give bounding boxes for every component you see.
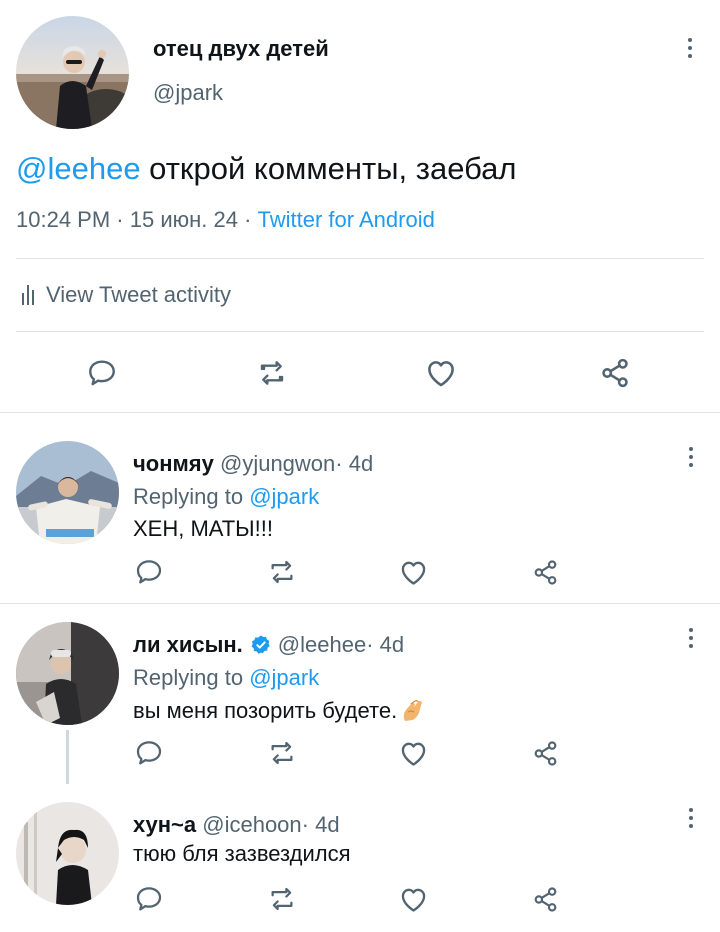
- divider: [16, 331, 704, 332]
- thread-line: [66, 730, 69, 784]
- reply-age: · 4d: [366, 632, 405, 657]
- retweet-icon[interactable]: [264, 884, 300, 914]
- retweet-icon[interactable]: [264, 738, 300, 768]
- reply-icon[interactable]: [132, 557, 166, 587]
- author-name[interactable]: отец двух детей: [153, 36, 329, 62]
- tweet-meta: 10:24 PM · 15 июн. 24 · Twitter for Andr…: [16, 207, 435, 233]
- replying-to-prefix: Replying to: [133, 665, 250, 690]
- more-options-icon[interactable]: [678, 33, 702, 63]
- like-icon[interactable]: [396, 883, 430, 915]
- share-icon[interactable]: [596, 354, 634, 392]
- divider: [16, 258, 704, 259]
- reply-avatar[interactable]: [16, 802, 119, 905]
- reply-author-name[interactable]: чонмяу: [133, 451, 214, 477]
- reply-icon[interactable]: [132, 738, 166, 768]
- reply-text: тюю бля зазвездился: [133, 841, 351, 866]
- pinched-fingers-emoji: [403, 700, 423, 721]
- retweet-icon[interactable]: [264, 557, 300, 587]
- share-icon[interactable]: [529, 884, 561, 914]
- reply-icon[interactable]: [84, 355, 120, 391]
- reply-header: хун~а @icehoon · 4d: [133, 812, 340, 838]
- tweet-text: @leehee открой комменты, заебал: [16, 151, 516, 187]
- more-options-icon[interactable]: [679, 442, 703, 472]
- like-icon[interactable]: [396, 737, 430, 769]
- replying-to: Replying to @jpark: [133, 665, 319, 691]
- meta-separator: ·: [237, 207, 258, 232]
- replying-to-handle[interactable]: @jpark: [249, 484, 319, 509]
- meta-separator: ·: [110, 207, 130, 232]
- reply-icon[interactable]: [132, 884, 166, 914]
- tweet-body: открой комменты, заебал: [140, 151, 517, 186]
- author-handle[interactable]: @jpark: [153, 80, 223, 106]
- reply-author-name[interactable]: хун~а: [133, 812, 196, 838]
- section-separator: [0, 412, 720, 413]
- reply-author-handle[interactable]: @icehoon: [202, 812, 301, 838]
- reply-author-name[interactable]: ли хисын.: [133, 632, 243, 658]
- share-icon[interactable]: [529, 557, 561, 587]
- tweet-mention[interactable]: @leehee: [16, 151, 141, 186]
- replying-to: Replying to @jpark: [133, 484, 319, 510]
- reply-text-row: вы меня позорить будете.: [133, 697, 427, 725]
- reply-avatar[interactable]: [16, 622, 119, 725]
- reply-age: · 4d: [335, 451, 374, 476]
- more-options-icon[interactable]: [679, 623, 703, 653]
- share-icon[interactable]: [529, 738, 561, 768]
- more-options-icon[interactable]: [679, 803, 703, 833]
- author-avatar[interactable]: [16, 16, 129, 129]
- reply-avatar[interactable]: [16, 441, 119, 544]
- reply-text: ХЕН, МАТЫ!!!: [133, 516, 273, 541]
- reply-header: чонмяу @yjungwon · 4d: [133, 451, 373, 477]
- reply-text: вы меня позорить будете.: [133, 698, 398, 723]
- tweet-time: 10:24 PM: [16, 207, 111, 232]
- reply-tweet[interactable]: хун~а @icehoon · 4d тюю бля зазвездился: [0, 782, 720, 932]
- tweet-source[interactable]: Twitter for Android: [258, 207, 435, 232]
- main-tweet: отец двух детей @jpark @leehee открой ко…: [0, 0, 720, 413]
- reply-tweet[interactable]: ли хисын. @leehee · 4d Replying to @jpar…: [0, 602, 720, 784]
- retweet-icon[interactable]: [253, 355, 291, 391]
- like-icon[interactable]: [396, 556, 430, 588]
- tweet-date: 15 июн. 24: [129, 207, 238, 232]
- replying-to-prefix: Replying to: [133, 484, 250, 509]
- verified-badge-icon: [251, 635, 270, 654]
- like-icon[interactable]: [421, 354, 461, 392]
- view-activity-label: View Tweet activity: [46, 282, 232, 307]
- replying-to-handle[interactable]: @jpark: [249, 665, 319, 690]
- bar-chart-icon: [22, 285, 34, 305]
- view-activity-button[interactable]: View Tweet activity: [22, 282, 231, 308]
- reply-author-handle[interactable]: @yjungwon: [220, 451, 335, 477]
- reply-author-handle[interactable]: @leehee: [278, 632, 366, 658]
- reply-tweet[interactable]: чонмяу @yjungwon · 4d Replying to @jpark…: [0, 421, 720, 604]
- reply-header: ли хисын. @leehee · 4d: [133, 632, 404, 658]
- reply-age: · 4d: [301, 812, 340, 837]
